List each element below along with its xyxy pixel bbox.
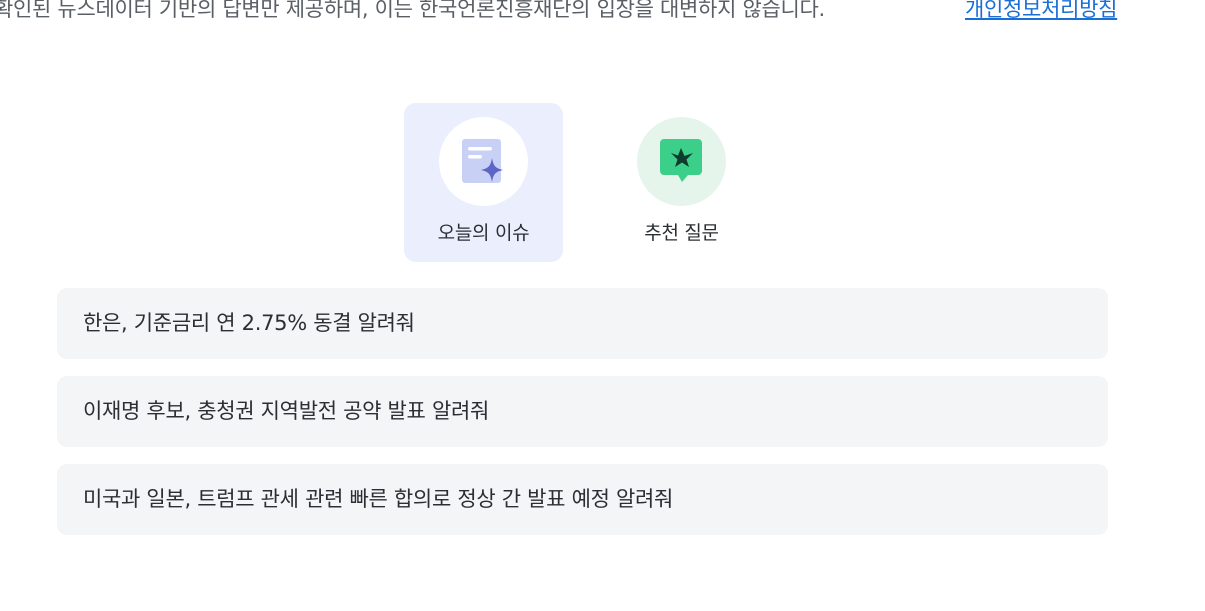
tab-label: 오늘의 이슈 (437, 222, 530, 244)
tab-icon-circle (637, 117, 726, 206)
disclaimer-row: 확인된 뉴스데이터 기반의 답변만 제공하며, 이는 한국언론진흥재단의 입장을… (0, 0, 1205, 25)
question-list: 한은, 기준금리 연 2.75% 동결 알려줘 이재명 후보, 충청권 지역발전… (57, 288, 1108, 552)
question-item[interactable]: 미국과 일본, 트럼프 관세 관련 빠른 합의로 정상 간 발표 예정 알려줘 (57, 464, 1108, 535)
disclaimer-text: 확인된 뉴스데이터 기반의 답변만 제공하며, 이는 한국언론진흥재단의 입장을… (0, 0, 825, 21)
tab-todays-issue[interactable]: 오늘의 이슈 (404, 103, 563, 262)
tab-icon-circle (439, 117, 528, 206)
topic-tabs: 오늘의 이슈 추천 질문 (404, 103, 804, 263)
page: 확인된 뉴스데이터 기반의 답변만 제공하며, 이는 한국언론진흥재단의 입장을… (0, 0, 1205, 611)
privacy-policy-link[interactable]: 개인정보처리방침 (965, 0, 1117, 23)
document-sparkle-icon (462, 139, 503, 183)
tab-label: 추천 질문 (644, 222, 719, 244)
question-item[interactable]: 이재명 후보, 충청권 지역발전 공약 발표 알려줘 (57, 376, 1108, 447)
question-text: 이재명 후보, 충청권 지역발전 공약 발표 알려줘 (83, 399, 490, 423)
tab-recommended-questions[interactable]: 추천 질문 (602, 103, 761, 262)
question-text: 한은, 기준금리 연 2.75% 동결 알려줘 (83, 311, 415, 335)
question-text: 미국과 일본, 트럼프 관세 관련 빠른 합의로 정상 간 발표 예정 알려줘 (83, 487, 674, 511)
chat-sparkle-icon (660, 139, 702, 182)
question-item[interactable]: 한은, 기준금리 연 2.75% 동결 알려줘 (57, 288, 1108, 359)
